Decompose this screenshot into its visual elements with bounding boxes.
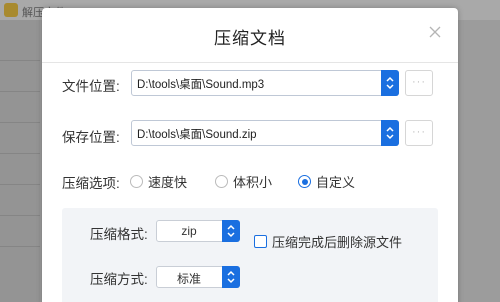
close-icon[interactable]	[428, 25, 442, 39]
radio-speed-fast-label: 速度快	[148, 175, 188, 190]
file-location-browse-button[interactable]: ···	[405, 70, 433, 96]
radio-circle	[215, 175, 228, 188]
compress-method-select[interactable]: 标准	[156, 266, 240, 288]
chevron-down-icon	[227, 278, 235, 284]
dialog-title: 压缩文档	[214, 29, 286, 48]
compress-format-label: 压缩格式:	[90, 227, 148, 242]
file-location-value: D:\tools\桌面\Sound.mp3	[137, 79, 265, 91]
file-location-spinner[interactable]	[381, 70, 399, 96]
radio-small-size[interactable]: 体积小	[215, 172, 272, 191]
radio-small-size-label: 体积小	[233, 175, 273, 190]
save-location-spinner[interactable]	[381, 120, 399, 146]
background-rows	[0, 60, 40, 302]
delete-source-label: 压缩完成后删除源文件	[272, 235, 403, 250]
compress-options-label: 压缩选项:	[62, 176, 120, 191]
file-location-label: 文件位置:	[62, 79, 120, 94]
chevron-down-icon	[227, 232, 235, 238]
save-location-label: 保存位置:	[62, 130, 120, 145]
radio-speed-fast[interactable]: 速度快	[130, 172, 187, 191]
chevron-up-icon	[386, 76, 394, 82]
compress-method-label: 压缩方式:	[90, 272, 148, 287]
radio-circle	[130, 175, 143, 188]
radio-custom[interactable]: 自定义	[298, 172, 355, 191]
title-divider	[42, 62, 458, 63]
chevron-up-icon	[386, 126, 394, 132]
chevron-up-icon	[227, 270, 235, 276]
compress-format-spinner[interactable]	[222, 220, 240, 242]
radio-circle-selected	[298, 175, 311, 188]
compress-format-select[interactable]: zip	[156, 220, 240, 242]
compress-method-spinner[interactable]	[222, 266, 240, 288]
save-location-browse-button[interactable]: ···	[405, 120, 433, 146]
radio-custom-label: 自定义	[316, 175, 356, 190]
chevron-down-icon	[386, 134, 394, 140]
save-location-field[interactable]: D:\tools\桌面\Sound.zip	[131, 120, 399, 146]
app-logo-icon	[4, 3, 18, 17]
compress-format-value: zip	[181, 224, 197, 238]
chevron-down-icon	[386, 84, 394, 90]
save-location-value: D:\tools\桌面\Sound.zip	[137, 129, 257, 141]
chevron-up-icon	[227, 224, 235, 230]
compress-dialog: 压缩文档 文件位置: D:\tools\桌面\Sound.mp3 ··· 保存位…	[42, 8, 458, 302]
checkbox-box	[254, 235, 267, 248]
file-location-field[interactable]: D:\tools\桌面\Sound.mp3	[131, 70, 399, 96]
delete-source-checkbox[interactable]: 压缩完成后删除源文件	[254, 232, 402, 251]
compress-method-value: 标准	[176, 272, 201, 286]
